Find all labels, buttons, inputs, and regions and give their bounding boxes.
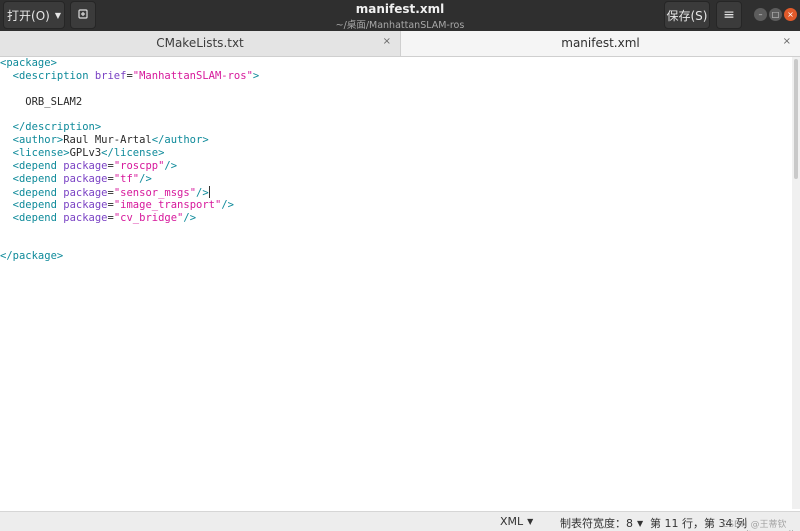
scrollbar-thumb[interactable] bbox=[794, 59, 798, 179]
code-line[interactable]: <depend package="cv_bridge"/> bbox=[0, 212, 792, 225]
text-cursor bbox=[208, 185, 210, 198]
new-document-icon bbox=[77, 8, 89, 23]
xml-tag: <depend bbox=[12, 173, 57, 186]
xml-tag: <license> bbox=[12, 147, 70, 160]
tab-cmakelists[interactable]: CMakeLists.txt × bbox=[0, 31, 401, 56]
text-editor[interactable]: <package> <description brief="ManhattanS… bbox=[0, 57, 792, 509]
code-line[interactable]: <depend package="roscpp"/> bbox=[0, 160, 792, 173]
xml-string: "cv_bridge" bbox=[113, 211, 184, 224]
new-document-button[interactable] bbox=[70, 1, 96, 29]
code-line[interactable]: ORB_SLAM2 bbox=[0, 96, 792, 109]
code-line[interactable]: <license>GPLv3</license> bbox=[0, 147, 792, 160]
code-line[interactable]: <depend package="tf"/> bbox=[0, 173, 792, 186]
menu-button[interactable]: ≡ bbox=[716, 1, 742, 29]
watermark: CSDN @王蒂钦 www.itpuyn.online bbox=[722, 520, 800, 531]
open-button-label: 打开(O) bbox=[7, 8, 50, 23]
status-bar: XML ▼ 制表符宽度：8 ▼ 第 11 行，第 34 列 bbox=[0, 511, 800, 531]
code-line[interactable]: <author>Raul Mur-Artal</author> bbox=[0, 134, 792, 147]
gedit-window: 打开(O) ▼ manifest.xml ~/桌面/ManhattanSLAM-… bbox=[0, 0, 800, 531]
code-text: Raul Mur-Artal bbox=[63, 134, 152, 147]
code-line[interactable]: </package> bbox=[0, 250, 792, 263]
xml-tag: /> bbox=[164, 160, 178, 173]
xml-attribute: package bbox=[63, 211, 108, 224]
code-line[interactable] bbox=[0, 83, 792, 96]
xml-tag: </license> bbox=[101, 147, 165, 160]
tab-width-label: 制表符宽度：8 bbox=[560, 517, 633, 530]
xml-attribute: brief bbox=[94, 69, 127, 82]
tab-close-icon[interactable]: × bbox=[783, 36, 791, 47]
tab-bar: CMakeLists.txt × manifest.xml × bbox=[0, 31, 800, 57]
xml-string: "image_transport" bbox=[113, 198, 222, 211]
chevron-down-icon: ▼ bbox=[54, 10, 61, 20]
code-line[interactable]: </description> bbox=[0, 121, 792, 134]
code-text: GPLv3 bbox=[69, 147, 102, 160]
code-line[interactable] bbox=[0, 225, 792, 238]
xml-attribute: package bbox=[63, 173, 108, 186]
vertical-scrollbar[interactable] bbox=[792, 57, 800, 509]
xml-tag: </author> bbox=[151, 134, 209, 147]
xml-tag: <depend bbox=[12, 211, 57, 224]
xml-string: "sensor_msgs" bbox=[113, 186, 197, 199]
xml-attribute: package bbox=[63, 186, 108, 199]
xml-tag: <description bbox=[12, 69, 89, 82]
tab-label: manifest.xml bbox=[561, 36, 640, 50]
save-button[interactable]: 保存(S) bbox=[664, 1, 710, 29]
code-view[interactable]: <package> <description brief="ManhattanS… bbox=[0, 57, 792, 263]
xml-tag: /> bbox=[139, 173, 152, 186]
xml-tag: <package> bbox=[0, 57, 57, 69]
xml-attribute: package bbox=[63, 198, 108, 211]
xml-tag: /> bbox=[183, 211, 197, 224]
xml-tag: <author> bbox=[12, 134, 64, 147]
xml-attribute: package bbox=[63, 160, 108, 173]
hamburger-menu-icon: ≡ bbox=[723, 7, 735, 23]
xml-tag: </description> bbox=[12, 121, 102, 134]
title-area: manifest.xml ~/桌面/ManhattanSLAM-ros bbox=[300, 0, 500, 31]
code-line[interactable] bbox=[0, 109, 792, 122]
xml-tag: /> bbox=[196, 186, 209, 199]
close-window-button[interactable]: × bbox=[784, 8, 797, 21]
open-button[interactable]: 打开(O) ▼ bbox=[3, 1, 65, 29]
xml-string: "ManhattanSLAM-ros" bbox=[132, 69, 253, 82]
minimize-button[interactable]: – bbox=[754, 8, 767, 21]
language-selector[interactable]: XML ▼ bbox=[500, 515, 533, 528]
header-bar: 打开(O) ▼ manifest.xml ~/桌面/ManhattanSLAM-… bbox=[0, 0, 800, 31]
tab-close-icon[interactable]: × bbox=[383, 36, 391, 47]
code-text: ORB_SLAM2 bbox=[0, 95, 83, 108]
xml-string: "roscpp" bbox=[113, 160, 165, 173]
xml-tag: </package> bbox=[0, 250, 64, 263]
maximize-button[interactable]: □ bbox=[769, 8, 782, 21]
window-title: manifest.xml bbox=[355, 2, 445, 16]
chevron-down-icon: ▼ bbox=[637, 518, 644, 528]
language-label: XML bbox=[500, 515, 524, 528]
window-subtitle: ~/桌面/ManhattanSLAM-ros bbox=[335, 20, 465, 31]
code-line[interactable]: <depend package="sensor_msgs"/> bbox=[0, 185, 792, 199]
chevron-down-icon: ▼ bbox=[527, 517, 534, 526]
tab-manifest[interactable]: manifest.xml × bbox=[401, 31, 800, 56]
code-line[interactable] bbox=[0, 237, 792, 250]
code-line[interactable]: <package> bbox=[0, 57, 792, 70]
xml-tag: <depend bbox=[12, 160, 57, 173]
tab-label: CMakeLists.txt bbox=[156, 36, 244, 50]
xml-tag: > bbox=[252, 69, 260, 82]
xml-string: "tf" bbox=[113, 173, 140, 186]
code-line[interactable]: <depend package="image_transport"/> bbox=[0, 199, 792, 212]
xml-tag: <depend bbox=[12, 198, 57, 211]
xml-tag: /> bbox=[221, 198, 234, 211]
tab-width-selector[interactable]: 制表符宽度：8 ▼ bbox=[560, 515, 643, 531]
xml-tag: <depend bbox=[12, 186, 57, 199]
code-line[interactable]: <description brief="ManhattanSLAM-ros"> bbox=[0, 70, 792, 83]
